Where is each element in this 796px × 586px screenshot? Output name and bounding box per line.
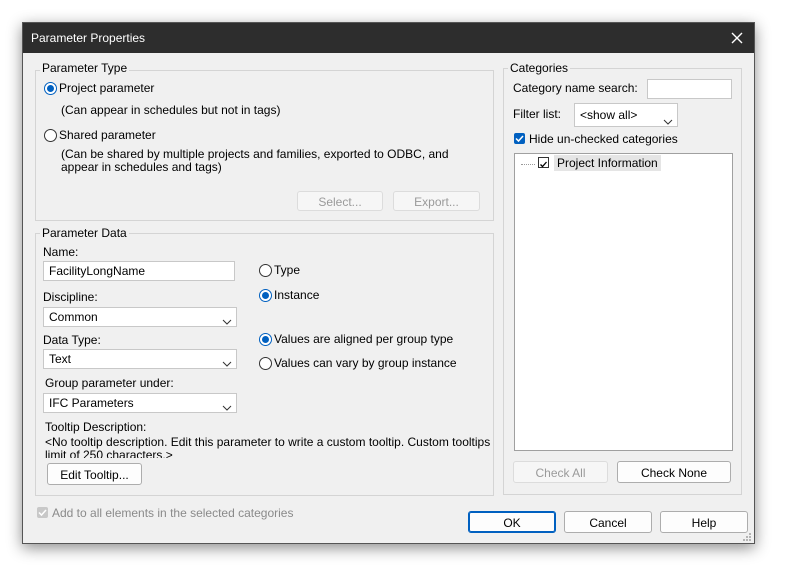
tooltip-description-text: <No tooltip description. Edit this param… — [45, 436, 491, 458]
type-label[interactable]: Type — [274, 263, 300, 277]
hide-unchecked-label[interactable]: Hide un-checked categories — [529, 132, 678, 146]
values-aligned-radio[interactable] — [259, 333, 272, 346]
category-search-field[interactable] — [647, 79, 732, 99]
check-all-button[interactable]: Check All — [513, 461, 608, 483]
project-information-checkbox[interactable] — [538, 157, 549, 168]
chevron-down-icon — [663, 111, 673, 125]
check-none-button[interactable]: Check None — [617, 461, 731, 483]
type-radio[interactable] — [259, 264, 272, 277]
data-type-dropdown[interactable]: Text — [43, 349, 237, 369]
project-parameter-description: (Can appear in schedules but not in tags… — [61, 103, 281, 117]
title-bar: Parameter Properties — [23, 23, 754, 53]
parameter-properties-dialog: Parameter Properties Parameter Type Proj… — [22, 22, 755, 544]
discipline-dropdown[interactable]: Common — [43, 307, 237, 327]
chevron-down-icon — [222, 313, 232, 325]
shared-parameter-label[interactable]: Shared parameter — [59, 128, 156, 142]
add-to-all-label: Add to all elements in the selected cate… — [52, 506, 294, 520]
filter-list-label: Filter list: — [513, 107, 561, 121]
data-type-value: Text — [49, 352, 72, 366]
instance-label[interactable]: Instance — [274, 288, 319, 302]
group-under-dropdown[interactable]: IFC Parameters — [43, 393, 237, 413]
select-button[interactable]: Select... — [297, 191, 383, 211]
name-label: Name: — [43, 245, 79, 259]
categories-tree[interactable]: Project Information — [514, 153, 733, 451]
values-vary-radio[interactable] — [259, 357, 272, 370]
tree-connector — [521, 164, 535, 165]
tree-item-project-information[interactable]: Project Information — [554, 155, 661, 171]
name-input[interactable] — [49, 264, 229, 278]
hide-unchecked-checkbox[interactable] — [514, 133, 525, 144]
filter-list-value: <show all> — [580, 108, 638, 122]
chevron-down-icon — [222, 399, 232, 411]
shared-parameter-description-line1: (Can be shared by multiple projects and … — [61, 147, 449, 161]
parameter-data-group-label: Parameter Data — [40, 226, 129, 240]
project-parameter-label[interactable]: Project parameter — [59, 81, 154, 95]
discipline-label: Discipline: — [43, 290, 98, 304]
categories-group-label: Categories — [508, 61, 571, 75]
instance-radio[interactable] — [259, 289, 272, 302]
values-aligned-label[interactable]: Values are aligned per group type — [274, 332, 453, 346]
close-icon[interactable] — [726, 27, 748, 49]
group-under-value: IFC Parameters — [49, 396, 134, 410]
project-parameter-radio[interactable] — [44, 82, 57, 95]
tooltip-description-label: Tooltip Description: — [45, 420, 147, 434]
category-search-label: Category name search: — [513, 81, 638, 95]
ok-button[interactable]: OK — [468, 511, 556, 533]
chevron-down-icon — [222, 355, 232, 367]
edit-tooltip-button[interactable]: Edit Tooltip... — [47, 463, 142, 485]
discipline-value: Common — [49, 310, 98, 324]
export-button[interactable]: Export... — [393, 191, 480, 211]
data-type-label: Data Type: — [43, 333, 101, 347]
dialog-title: Parameter Properties — [31, 31, 146, 45]
add-to-all-checkbox[interactable] — [37, 507, 48, 518]
category-search-input[interactable] — [653, 82, 726, 96]
cancel-button[interactable]: Cancel — [564, 511, 652, 533]
help-button[interactable]: Help — [660, 511, 748, 533]
filter-list-dropdown[interactable]: <show all> — [574, 103, 678, 127]
shared-parameter-radio[interactable] — [44, 129, 57, 142]
tooltip-text-line2: limit of 250 characters.> — [45, 448, 173, 459]
shared-parameter-description-line2: appear in schedules and tags) — [61, 160, 222, 174]
parameter-type-group-label: Parameter Type — [40, 61, 130, 75]
values-vary-label[interactable]: Values can vary by group instance — [274, 356, 457, 370]
resize-grip-icon[interactable] — [742, 531, 752, 541]
name-field[interactable] — [43, 261, 235, 281]
group-under-label: Group parameter under: — [45, 376, 174, 390]
